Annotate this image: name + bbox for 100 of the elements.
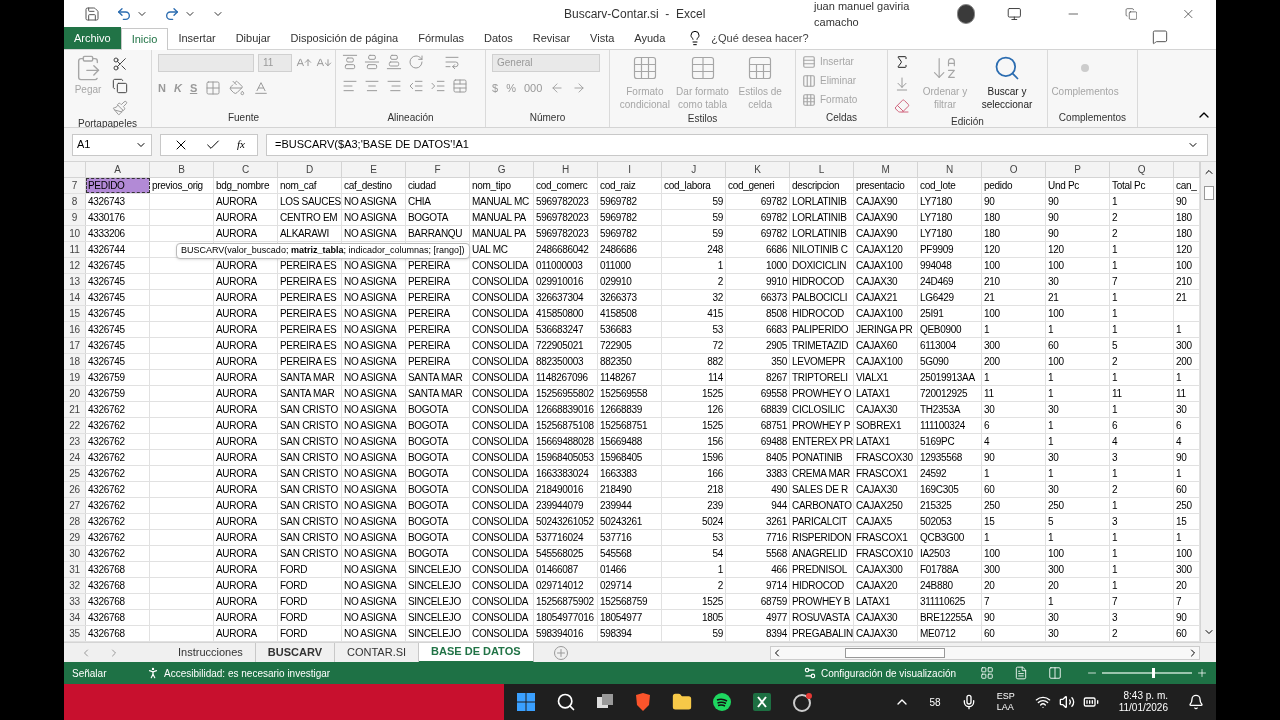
- table-cell-text: 4: [1176, 435, 1183, 449]
- table-cell-text: IA2503: [920, 547, 951, 561]
- column-header[interactable]: J: [691, 162, 696, 177]
- start-icon[interactable]: [516, 692, 536, 712]
- table-cell-text: 7: [1112, 275, 1119, 289]
- table-cell-text: AURORA: [216, 211, 258, 225]
- formula-field[interactable]: =BUSCARV($A3;'BASE DE DATOS'!A1: [274, 136, 469, 153]
- column-header[interactable]: F: [434, 162, 441, 177]
- table-cell-text: 169C305: [920, 483, 960, 497]
- clock[interactable]: 8:43 p. m. 11/01/2026: [1118, 689, 1168, 715]
- table-cell-text: 2: [1112, 211, 1119, 225]
- table-cell-text: NO ASIGNA: [344, 611, 398, 625]
- table-cell-text: MANUAL PA: [472, 211, 527, 225]
- network-icon[interactable]: [1034, 694, 1051, 710]
- ribbon-tab[interactable]: Disposición de página: [280, 27, 409, 49]
- ribbon-tab[interactable]: Fórmulas: [408, 27, 474, 49]
- language-indicator[interactable]: ESP LAA: [996, 690, 1015, 714]
- ribbon-tab[interactable]: Datos: [474, 27, 523, 49]
- redo-icon[interactable]: [164, 6, 180, 22]
- table-cell-text: 5969782023: [536, 195, 590, 209]
- table-cell-text: NO ASIGNA: [344, 227, 398, 241]
- display-settings-link[interactable]: Configuración de visualización: [820, 665, 956, 681]
- comments-icon[interactable]: [1152, 29, 1168, 45]
- editing-button[interactable]: Buscar y seleccionar: [976, 54, 1038, 114]
- sheet-tab[interactable]: BASE DE DATOS: [419, 642, 534, 663]
- table-cell-text: 100: [984, 547, 1001, 561]
- shield-icon[interactable]: [634, 692, 652, 712]
- table-cell-text: 100: [984, 259, 1001, 273]
- name-box[interactable]: A1: [72, 133, 152, 156]
- column-header[interactable]: K: [754, 162, 761, 177]
- table-cell-text: 7: [1176, 595, 1183, 609]
- merge-icon: [452, 78, 468, 94]
- ribbon-tab[interactable]: Vista: [580, 27, 625, 49]
- restore-icon[interactable]: [1124, 7, 1138, 21]
- table-cell-text: LATAX1: [856, 595, 891, 609]
- folder-icon[interactable]: [672, 692, 692, 712]
- column-header[interactable]: O: [1009, 162, 1018, 177]
- table-cell-text: 250: [984, 499, 1001, 513]
- table-cell-text: PROWHEY B: [792, 595, 851, 609]
- column-header[interactable]: P: [1074, 162, 1081, 177]
- table-cell-text: 4330176: [88, 211, 126, 225]
- table-cell-text: 4326745: [88, 355, 126, 369]
- file-tab[interactable]: Archivo: [64, 27, 121, 49]
- avatar[interactable]: [956, 4, 976, 24]
- table-cell-text: 300: [1176, 563, 1193, 577]
- column-header[interactable]: L: [818, 162, 825, 177]
- present-icon[interactable]: [1007, 6, 1022, 22]
- task-view-icon[interactable]: [596, 693, 614, 711]
- table-cell-text: SAN CRISTO: [280, 515, 339, 529]
- header-cell: previos_orig: [150, 178, 214, 193]
- search-icon[interactable]: [556, 692, 576, 712]
- ribbon-tab[interactable]: Inicio: [120, 28, 169, 50]
- column-header[interactable]: M: [881, 162, 890, 177]
- horizontal-scrollbar[interactable]: [770, 645, 1200, 660]
- table-cell-text: 25I91: [920, 307, 945, 321]
- table-cell-text: 011000: [600, 259, 632, 273]
- insert-function-button[interactable]: fx: [237, 136, 245, 153]
- column-header[interactable]: E: [370, 162, 377, 177]
- table-cell-text: 722905021: [536, 339, 585, 353]
- cut-icon[interactable]: [112, 56, 128, 72]
- undo-icon[interactable]: [116, 6, 132, 22]
- app-icon[interactable]: [792, 692, 814, 712]
- autosave-icon[interactable]: [84, 6, 100, 22]
- table-cell-text: NO ASIGNA: [344, 579, 398, 593]
- column-header[interactable]: H: [562, 162, 569, 177]
- font-color-icon: [253, 80, 270, 97]
- column-header[interactable]: D: [306, 162, 313, 177]
- column-header[interactable]: I: [628, 162, 631, 177]
- group-label: Alineación: [386, 111, 435, 125]
- notifications-icon[interactable]: [1188, 694, 1204, 710]
- scroll-thumb[interactable]: [1203, 186, 1214, 200]
- column-header[interactable]: Q: [1137, 162, 1146, 177]
- column-header[interactable]: N: [946, 162, 953, 177]
- ribbon-tab[interactable]: Ayuda: [624, 27, 676, 49]
- accessibility-status[interactable]: Accesibilidad: es necesario investigar: [164, 665, 331, 681]
- scroll-thumb[interactable]: [845, 647, 945, 658]
- music-app-icon[interactable]: [712, 692, 732, 712]
- vertical-scrollbar[interactable]: [1200, 162, 1216, 642]
- spreadsheet-app-icon[interactable]: [752, 692, 772, 712]
- column-header[interactable]: A: [114, 162, 121, 177]
- table-cell-text: CONSOLIDA: [472, 339, 530, 353]
- table-cell-text: 60: [1176, 627, 1188, 641]
- volume-icon[interactable]: [1058, 694, 1075, 710]
- column-header[interactable]: C: [242, 162, 249, 177]
- tell-me-field[interactable]: ¿Qué desea hacer?: [711, 29, 809, 47]
- ribbon-tab[interactable]: Revisar: [522, 27, 581, 49]
- table-cell-text: 239: [706, 499, 723, 513]
- font-name-field[interactable]: [158, 54, 254, 72]
- copy-icon[interactable]: [112, 78, 128, 94]
- column-header[interactable]: G: [497, 162, 506, 177]
- normal-view-icon: [980, 666, 994, 680]
- ribbon-tab[interactable]: Dibujar: [225, 27, 281, 49]
- tray-indicator[interactable]: 58: [929, 694, 941, 710]
- table-cell-text: LG6429: [920, 291, 955, 305]
- zoom-thumb[interactable]: [1151, 668, 1155, 678]
- table-cell-text: 50243261052: [536, 515, 595, 529]
- format-painter-icon[interactable]: [112, 100, 128, 116]
- battery-icon[interactable]: [1082, 694, 1099, 710]
- column-header[interactable]: B: [178, 162, 185, 177]
- ribbon-tab[interactable]: Insertar: [168, 27, 226, 49]
